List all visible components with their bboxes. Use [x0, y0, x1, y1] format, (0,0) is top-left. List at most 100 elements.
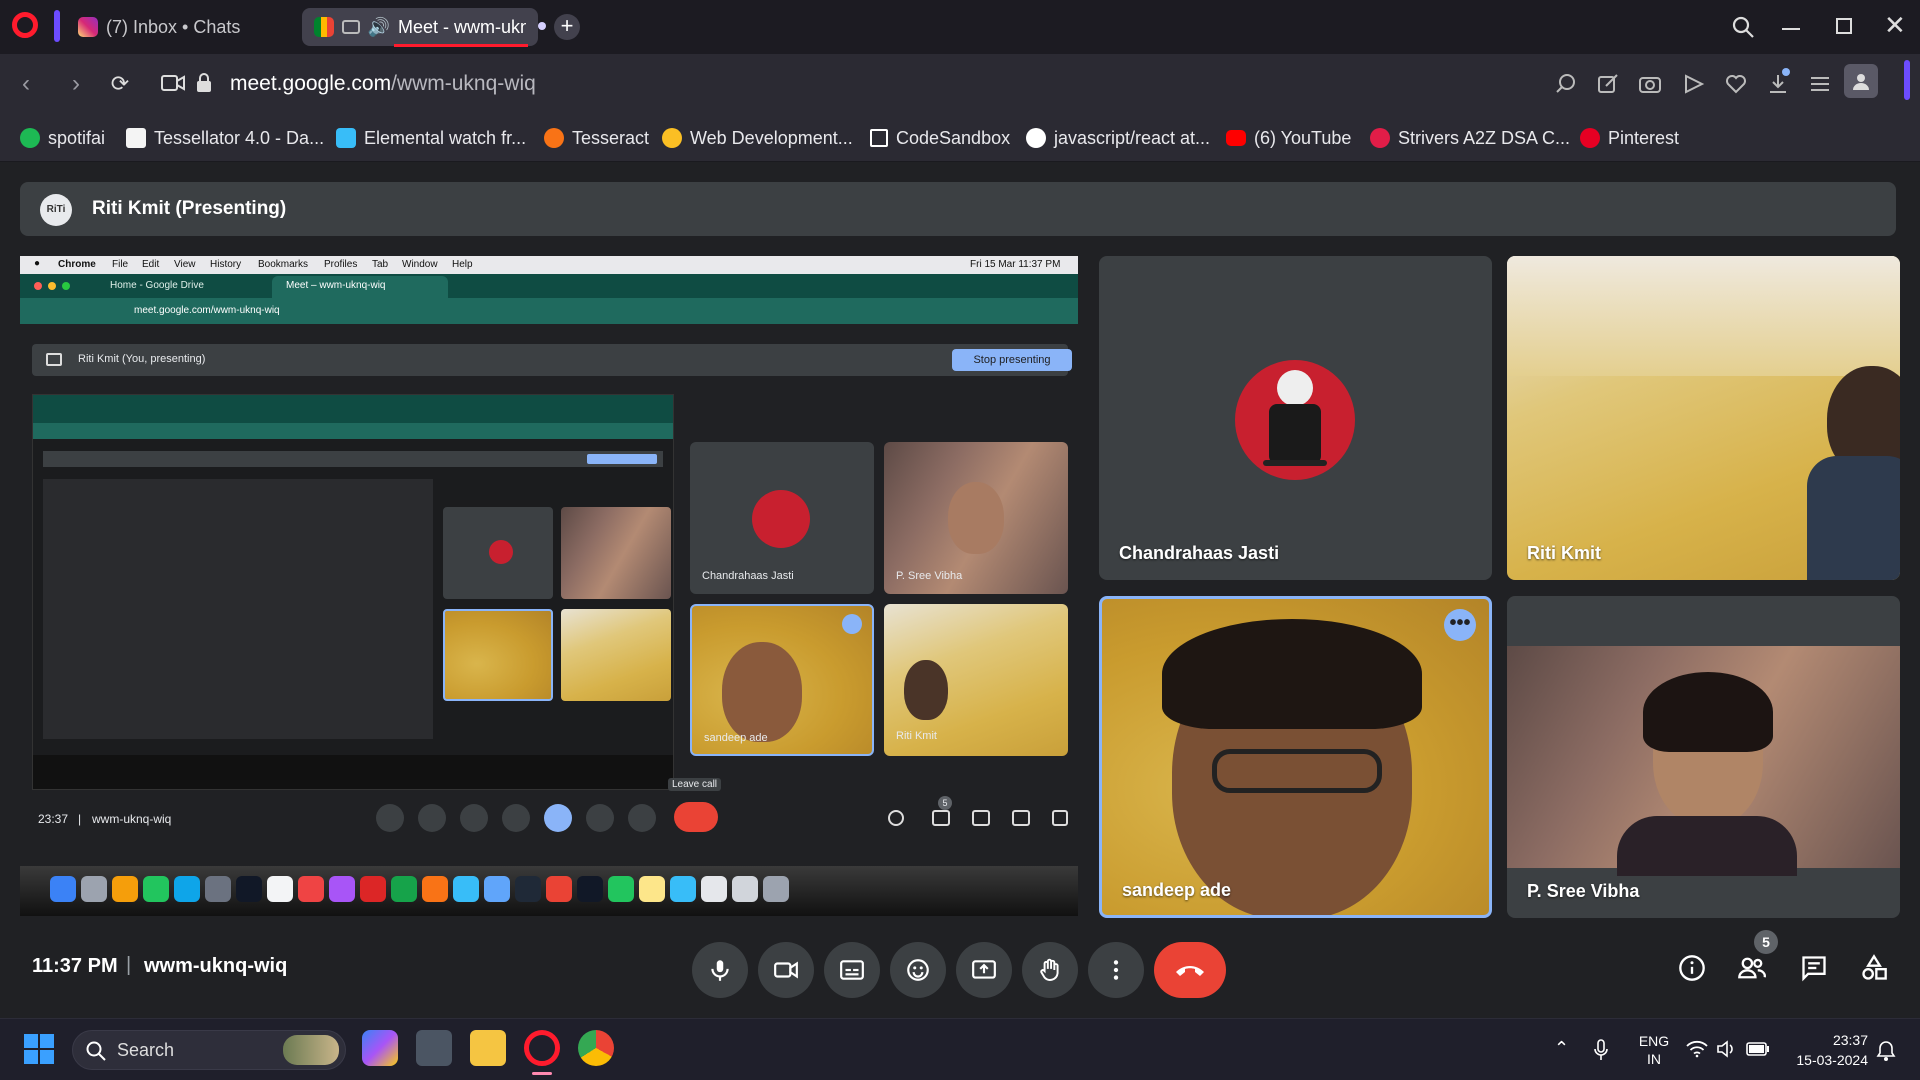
restore-button[interactable] — [1836, 18, 1852, 34]
mac-tile-riti: Riti Kmit — [884, 604, 1068, 756]
file-explorer-icon[interactable] — [470, 1030, 506, 1066]
sidebar-indicator — [54, 10, 60, 42]
person-hair — [1162, 619, 1422, 729]
send-icon[interactable] — [1682, 72, 1706, 96]
dock-app-icon — [701, 876, 727, 902]
participant-name: sandeep ade — [1122, 880, 1232, 900]
menu-window: Window — [402, 259, 438, 270]
wifi-icon[interactable] — [1686, 1040, 1708, 1058]
menu-edit: Edit — [142, 259, 160, 270]
captions-icon — [840, 960, 864, 980]
hand-icon — [1040, 958, 1059, 981]
present-now-button[interactable] — [956, 942, 1012, 998]
bookmark-spotifai[interactable]: spotifai — [20, 124, 105, 152]
camera-in-use-icon[interactable] — [160, 72, 186, 94]
calculator-icon[interactable] — [416, 1030, 452, 1066]
snapshot-camera-icon[interactable] — [1638, 72, 1662, 96]
copilot-icon[interactable] — [362, 1030, 398, 1066]
bookmark-pinterest[interactable]: Pinterest — [1580, 124, 1679, 152]
mac-mic-button — [376, 804, 404, 832]
language-indicator[interactable]: ENG IN — [1634, 1032, 1674, 1068]
chrome-taskbar-icon[interactable] — [578, 1030, 614, 1066]
download-badge — [1782, 68, 1790, 76]
profile-button[interactable] — [1844, 64, 1878, 98]
speaker-icon[interactable]: 🔊 — [368, 17, 390, 38]
notification-bell-icon[interactable] — [1876, 1040, 1896, 1062]
mac-emoji-button — [502, 804, 530, 832]
bookmark-codesandbox[interactable]: CodeSandbox — [870, 124, 1010, 152]
shared-screen-tile[interactable]: ● Chrome File Edit View History Bookmark… — [20, 256, 1078, 918]
mac-stop-presenting-button[interactable]: Stop presenting — [952, 349, 1072, 371]
participant-tile-sandeep[interactable]: ••• sandeep ade — [1099, 596, 1492, 918]
bookmark-label: Web Development... — [690, 127, 853, 148]
meeting-details-button[interactable] — [1672, 948, 1712, 988]
forward-button[interactable]: › — [62, 70, 90, 98]
participant-name: P. Sree Vibha — [1527, 881, 1640, 901]
bookmark-javascript-react[interactable]: javascript/react at... — [1026, 124, 1210, 152]
people-icon — [1738, 957, 1766, 979]
tab-label: Meet - wwm-ukn — [398, 16, 526, 37]
mac-lock-icon — [1052, 810, 1068, 826]
taskbar-search-box[interactable]: Search — [72, 1030, 346, 1070]
back-button[interactable]: ‹ — [12, 70, 40, 98]
share-icon[interactable] — [1596, 72, 1620, 96]
bookmark-youtube[interactable]: (6) YouTube — [1226, 124, 1351, 152]
menu-history: History — [210, 259, 242, 270]
minimize-button[interactable] — [1782, 28, 1800, 30]
bookmark-tesseract[interactable]: Tesseract — [544, 124, 649, 152]
microphone-button[interactable] — [692, 942, 748, 998]
glasses — [1212, 749, 1382, 793]
show-hidden-icons-button[interactable]: ⌃ — [1554, 1038, 1569, 1059]
windows-start-icon[interactable] — [24, 1034, 54, 1064]
battery-icon[interactable] — [1746, 1042, 1770, 1056]
url-field[interactable]: meet.google.com/wwm-uknq-wiq — [230, 72, 536, 96]
pip-icon[interactable] — [342, 20, 360, 34]
search-icon[interactable] — [1730, 14, 1756, 40]
mac-tab-drive: Home - Google Drive — [110, 280, 204, 291]
participant-tile-riti[interactable]: Riti Kmit — [1507, 256, 1900, 580]
reload-button[interactable]: ⟳ — [106, 70, 134, 98]
close-window-button[interactable]: ✕ — [1884, 10, 1906, 41]
leave-call-button[interactable] — [1154, 942, 1226, 998]
info-icon — [1679, 955, 1705, 981]
tab-label: (7) Inbox • Chats — [106, 16, 241, 37]
more-options-button[interactable] — [1088, 942, 1144, 998]
microphone-tray-icon[interactable] — [1592, 1038, 1610, 1062]
participant-tile-sree-vibha[interactable]: P. Sree Vibha — [1507, 596, 1900, 918]
mac-tile-sandeep: sandeep ade — [690, 604, 874, 756]
more-options-icon[interactable]: ••• — [1444, 609, 1476, 641]
opera-taskbar-icon[interactable] — [524, 1030, 560, 1066]
dock-app-icon — [546, 876, 572, 902]
presenter-banner: RiTi Riti Kmit (Presenting) — [20, 182, 1896, 236]
opera-logo-icon[interactable] — [12, 12, 38, 38]
find-in-page-icon[interactable] — [1554, 72, 1578, 96]
strivers-icon — [1370, 128, 1390, 148]
captions-button[interactable] — [824, 942, 880, 998]
address-bar-row: ‹ › ⟳ meet.google.com/wwm-uknq-wiq — [0, 54, 1920, 114]
dock-app-icon — [763, 876, 789, 902]
bookmark-web-development[interactable]: Web Development... — [662, 124, 853, 152]
volume-icon[interactable] — [1716, 1040, 1738, 1058]
easy-setup-icon[interactable] — [1808, 72, 1832, 96]
mac-hand-button — [586, 804, 614, 832]
bookmark-tessellator[interactable]: Tessellator 4.0 - Da... — [126, 124, 324, 152]
system-clock[interactable]: 23:37 15-03-2024 — [1776, 1030, 1868, 1070]
people-button[interactable] — [1732, 948, 1772, 988]
mac-tile-name: P. Sree Vibha — [896, 570, 963, 582]
mac-meet-controls: 23:37 | wwm-uknq-wiq Leave call 5 — [20, 778, 1078, 842]
emoji-reaction-button[interactable] — [890, 942, 946, 998]
participant-tile-chandrahaas[interactable]: Chandrahaas Jasti — [1099, 256, 1492, 580]
raise-hand-button[interactable] — [1022, 942, 1078, 998]
clock-date: 15-03-2024 — [1796, 1052, 1868, 1068]
bookmark-elemental-watch[interactable]: Elemental watch fr... — [336, 124, 526, 152]
heart-icon[interactable] — [1724, 72, 1748, 96]
search-icon — [86, 1041, 106, 1061]
camera-button[interactable] — [758, 942, 814, 998]
tab-instagram-inbox[interactable]: (7) Inbox • Chats — [66, 8, 296, 46]
chat-button[interactable] — [1794, 948, 1834, 988]
lock-icon[interactable] — [196, 72, 212, 94]
new-tab-button[interactable]: + — [554, 14, 580, 40]
tab-google-meet[interactable]: 🔊 Meet - wwm-ukn — [302, 8, 538, 46]
activities-button[interactable] — [1854, 948, 1894, 988]
bookmark-strivers-dsa[interactable]: Strivers A2Z DSA C... — [1370, 124, 1570, 152]
